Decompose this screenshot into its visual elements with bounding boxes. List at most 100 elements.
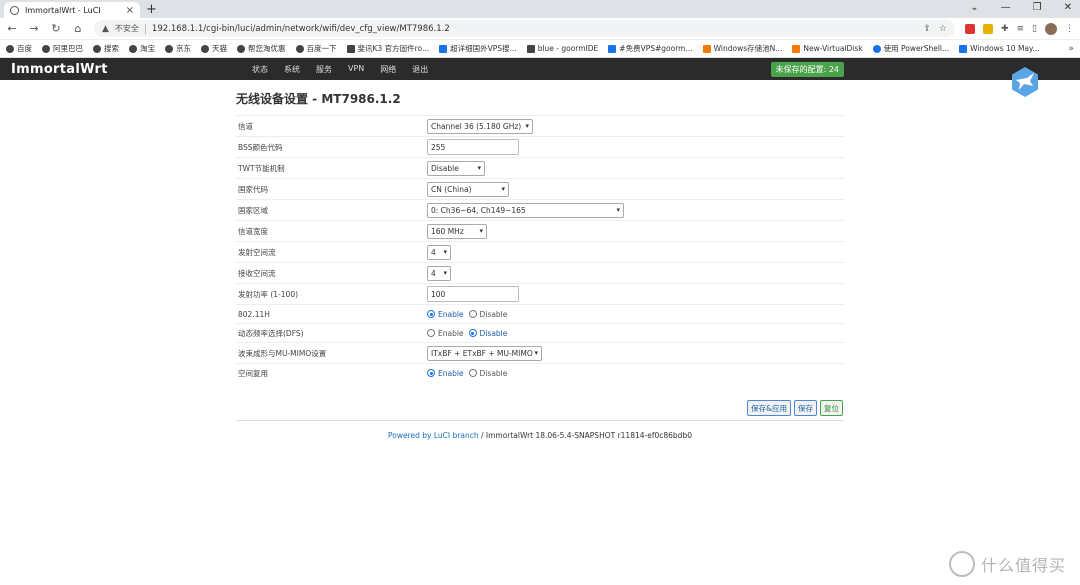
share-icon[interactable]: ⇪ [923,24,931,34]
save-apply-button[interactable]: 保存&应用 [747,400,791,416]
bandwidth-select[interactable]: 160 MHz ▾ [427,223,487,239]
unsaved-changes-badge[interactable]: 未保存的配置: 24 [770,62,844,77]
row-country-region: 国家区域 0: Ch36~64, Ch149~165 ▾ [236,199,844,220]
tab-title: ImmortalWrt - LuCI [25,5,101,15]
chevron-down-icon[interactable]: ⌄ [970,2,978,13]
bookmark-item[interactable]: 百度 [6,43,32,54]
bookmark-item[interactable]: 京东 [165,43,191,54]
menu-item-services[interactable]: 服务 [308,64,340,75]
new-tab-button[interactable]: + [146,2,157,17]
extension-yellow-icon[interactable] [982,23,993,34]
forward-button[interactable]: → [28,22,40,35]
bird-icon [1012,67,1038,97]
bookmark-item[interactable]: 百度一下 [295,43,337,54]
minimize-button[interactable]: — [1001,2,1011,13]
extension-red-icon[interactable] [964,23,975,34]
menu-item-logout[interactable]: 退出 [404,64,436,75]
beamforming-select[interactable]: ITxBF + ETxBF + MU-MIMO ▾ [427,345,542,361]
bookmark-item[interactable]: Windows 10 May... [959,44,1040,53]
enable-radio[interactable] [427,329,435,337]
url-text[interactable]: 192.168.1.1/cgi-bin/luci/admin/network/w… [152,24,917,34]
bookmark-item[interactable]: 超详细国外VPS搜... [439,43,517,54]
chevron-down-icon: ▾ [479,227,483,235]
divider [236,420,844,421]
bookmark-item[interactable]: 斐讯K3 官方固件ro... [346,43,429,54]
brand-logo[interactable]: ImmortalWrt [0,62,244,77]
favicon-icon [10,5,19,15]
globe-icon [201,44,209,53]
sidepanel-icon[interactable]: ▯ [1032,24,1037,34]
menu-item-system[interactable]: 系统 [276,64,308,75]
site-icon [872,44,881,53]
reload-button[interactable]: ↻ [50,22,62,35]
field-label: 国家代码 [238,184,268,194]
main-menu: 状态 系统 服务 VPN 网络 退出 [244,64,436,75]
menu-dots-icon[interactable]: ⋮ [1065,24,1074,34]
home-button[interactable]: ⌂ [72,22,84,35]
row-dfs: 动态频率选择(DFS) Enable Disable [236,323,844,342]
reset-button[interactable]: 复位 [820,400,843,416]
globe-icon [42,44,50,53]
row-tx-power: 发射功率 (1-100) 100 [236,283,844,304]
tab-close-icon[interactable]: × [126,5,134,16]
enable-radio[interactable] [427,310,435,318]
radio-label: Disable [479,309,508,319]
bookmark-item[interactable]: 搜索 [93,43,119,54]
browser-tab[interactable]: ImmortalWrt - LuCI × [4,2,140,18]
main-content: 无线设备设置 - MT7986.1.2 信道 Channel 36 (5.180… [236,90,844,440]
row-beamforming: 波束成形与MU-MIMO设置 ITxBF + ETxBF + MU-MIMO ▾ [236,342,844,363]
country-code-select[interactable]: CN (China) ▾ [427,181,509,197]
row-country-code: 国家代码 CN (China) ▾ [236,178,844,199]
bss-color-input[interactable]: 255 [427,139,519,155]
country-region-select[interactable]: 0: Ch36~64, Ch149~165 ▾ [427,202,624,218]
maximize-button[interactable]: ❐ [1033,2,1042,13]
radio-label: Enable [438,368,464,378]
row-bss-color: BSS颜色代码 255 [236,136,844,157]
page-title: 无线设备设置 - MT7986.1.2 [236,92,401,106]
bookmark-item[interactable]: Windows存储池N... [702,43,782,54]
star-icon[interactable]: ☆ [939,24,947,34]
tx-power-input[interactable]: 100 [427,286,519,302]
site-icon [959,44,968,53]
field-label: 发射空间流 [238,247,276,257]
twt-select[interactable]: Disable ▾ [427,160,485,176]
bookmarks-more-button[interactable]: » [1068,44,1074,54]
url-bar[interactable]: ▲ 不安全 192.168.1.1/cgi-bin/luci/admin/net… [94,20,955,37]
back-button[interactable]: ← [6,22,18,35]
bookmarks-bar: 百度 阿里巴巴 搜索 淘宝 京东 天猫 帮您淘优惠 百度一下 斐讯K3 官方固件… [0,40,1080,58]
menu-item-status[interactable]: 状态 [244,64,276,75]
bookmark-item[interactable]: 天猫 [201,43,227,54]
bookmark-item[interactable]: 帮您淘优惠 [237,43,286,54]
disable-radio[interactable] [468,369,477,377]
menu-item-vpn[interactable]: VPN [340,64,372,75]
bookmark-item[interactable]: 淘宝 [129,43,155,54]
bookmark-item[interactable]: #免费VPS#goorm... [608,43,693,54]
luci-link[interactable]: Powered by LuCI branch [388,431,479,440]
reading-list-icon[interactable]: ≡ [1017,24,1025,34]
bookmark-item[interactable]: 使用 PowerShell... [872,43,949,54]
disable-radio[interactable] [468,310,477,318]
bookmark-item[interactable]: blue - goormIDE [526,44,598,53]
menu-item-network[interactable]: 网络 [372,64,404,75]
globe-icon [165,44,173,53]
save-button[interactable]: 保存 [794,400,817,416]
enable-radio[interactable] [427,369,435,377]
warning-icon[interactable]: ▲ [102,24,109,34]
radio-label: Disable [479,328,508,338]
radio-label: Enable [438,328,464,338]
rx-stream-select[interactable]: 4 ▾ [427,265,451,281]
watermark-text: 什么值得买 [980,556,1066,575]
smzdm-logo-icon [948,551,975,577]
bookmark-item[interactable]: 阿里巴巴 [42,43,83,54]
insecure-label: 不安全 [114,24,139,33]
channel-select[interactable]: Channel 36 (5.180 GHz) ▾ [427,118,533,134]
form-actions: 保存&应用 保存 复位 [236,400,843,416]
puzzle-icon[interactable]: ✚ [1001,24,1009,34]
bookmark-item[interactable]: New-VirtualDisk [792,44,863,53]
site-icon [439,44,448,53]
tx-stream-select[interactable]: 4 ▾ [427,244,451,260]
disable-radio[interactable] [468,329,477,337]
close-window-button[interactable]: ✕ [1064,2,1072,13]
avatar[interactable] [1045,22,1057,35]
chevron-down-icon: ▾ [616,206,620,214]
